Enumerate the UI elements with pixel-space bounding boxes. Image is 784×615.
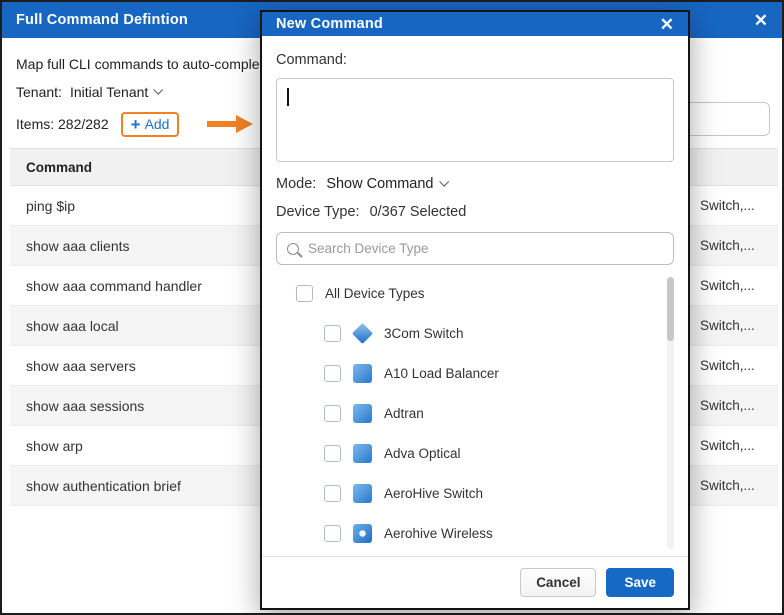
- aerohive-wireless-icon: [353, 524, 372, 543]
- device-type-label: A10 Load Balancer: [384, 366, 499, 381]
- command-cell: show aaa local: [26, 318, 119, 334]
- mode-select[interactable]: Show Command: [326, 176, 446, 192]
- list-item: 3Com Switch: [276, 313, 674, 353]
- scrollbar-thumb[interactable]: [667, 277, 674, 341]
- device-type-label: Aerohive Wireless: [384, 526, 493, 541]
- command-cell: show aaa sessions: [26, 398, 144, 414]
- items-row: Items: 282/282 + Add: [16, 108, 253, 140]
- close-icon[interactable]: ✕: [754, 12, 768, 29]
- close-icon[interactable]: ✕: [660, 16, 674, 33]
- modal-footer: Cancel Save: [262, 556, 688, 608]
- device-type-label: Adtran: [384, 406, 424, 421]
- add-button-label: Add: [145, 116, 170, 132]
- annotation-arrow-icon: [207, 115, 253, 133]
- list-item: All Device Types: [276, 273, 674, 313]
- device-types-cell: Switch,...: [700, 386, 755, 425]
- screenshot-root: Full Command Defintion ✕ Map full CLI co…: [0, 0, 784, 615]
- device-type-selected-count: 0/367 Selected: [370, 204, 467, 220]
- tenant-select[interactable]: Initial Tenant: [70, 84, 161, 100]
- tenant-value: Initial Tenant: [70, 84, 148, 100]
- command-cell: show aaa command handler: [26, 278, 202, 294]
- tenant-row: Tenant: Initial Tenant: [16, 84, 161, 100]
- a10-load-balancer-icon: [353, 364, 372, 383]
- device-types-cell: Switch,...: [700, 186, 755, 225]
- checkbox[interactable]: [324, 485, 341, 502]
- checkbox[interactable]: [324, 405, 341, 422]
- save-button[interactable]: Save: [606, 568, 674, 597]
- device-types-cell: Switch,...: [700, 426, 755, 465]
- tenant-label: Tenant:: [16, 84, 62, 100]
- chevron-down-icon: [154, 85, 164, 95]
- mode-value: Show Command: [326, 176, 433, 192]
- vertical-scrollbar[interactable]: [667, 277, 674, 549]
- new-command-modal: New Command ✕ Command: Mode: Show Comman…: [260, 10, 690, 610]
- device-type-label: All Device Types: [325, 286, 425, 301]
- device-type-label: 3Com Switch: [384, 326, 464, 341]
- checkbox[interactable]: [324, 525, 341, 542]
- command-cell: show authentication brief: [26, 478, 181, 494]
- dialog-title: Full Command Defintion: [16, 12, 188, 28]
- modal-body: Command: Mode: Show Command Device Type:…: [262, 36, 688, 556]
- search-icon: [287, 243, 299, 255]
- command-cell: show aaa clients: [26, 238, 130, 254]
- device-types-cell: Switch,...: [700, 306, 755, 345]
- modal-title: New Command: [276, 16, 383, 32]
- command-cell: ping $ip: [26, 198, 75, 214]
- add-button[interactable]: + Add: [121, 112, 180, 137]
- 3com-switch-icon: [352, 323, 373, 344]
- list-item: Adtran: [276, 393, 674, 433]
- command-textarea[interactable]: [276, 78, 674, 162]
- aerohive-switch-icon: [353, 484, 372, 503]
- mode-row: Mode: Show Command: [276, 176, 674, 192]
- cancel-button[interactable]: Cancel: [520, 568, 596, 597]
- device-type-row: Device Type: 0/367 Selected: [276, 204, 674, 220]
- checkbox[interactable]: [324, 365, 341, 382]
- list-item: AeroHive Switch: [276, 473, 674, 513]
- device-types-cell: Switch,...: [700, 466, 755, 505]
- command-cell: show aaa servers: [26, 358, 136, 374]
- device-types-cell: Switch,...: [700, 226, 755, 265]
- device-types-cell: Switch,...: [700, 346, 755, 385]
- checkbox[interactable]: [324, 445, 341, 462]
- device-type-label: Device Type:: [276, 204, 360, 220]
- device-type-list: All Device Types 3Com Switch A10 Load Ba…: [276, 273, 674, 556]
- command-label: Command:: [276, 52, 674, 68]
- adva-optical-icon: [353, 444, 372, 463]
- list-item: Adva Optical: [276, 433, 674, 473]
- items-count: Items: 282/282: [16, 116, 109, 132]
- device-type-label: AeroHive Switch: [384, 486, 483, 501]
- checkbox[interactable]: [296, 285, 313, 302]
- adtran-icon: [353, 404, 372, 423]
- device-types-cell: Switch,...: [700, 266, 755, 305]
- list-item: A10 Load Balancer: [276, 353, 674, 393]
- dialog-description: Map full CLI commands to auto-comple: [16, 56, 260, 72]
- column-header-command[interactable]: Command: [26, 160, 92, 175]
- list-item: Aerohive Wireless: [276, 513, 674, 553]
- text-caret: [287, 88, 289, 106]
- checkbox[interactable]: [324, 325, 341, 342]
- device-search-input[interactable]: [308, 241, 663, 256]
- mode-label: Mode:: [276, 176, 316, 192]
- chevron-down-icon: [439, 177, 449, 187]
- command-cell: show arp: [26, 438, 83, 454]
- modal-titlebar: New Command ✕: [262, 12, 688, 36]
- device-search: [276, 232, 674, 265]
- device-type-label: Adva Optical: [384, 446, 461, 461]
- plus-icon: +: [131, 116, 141, 133]
